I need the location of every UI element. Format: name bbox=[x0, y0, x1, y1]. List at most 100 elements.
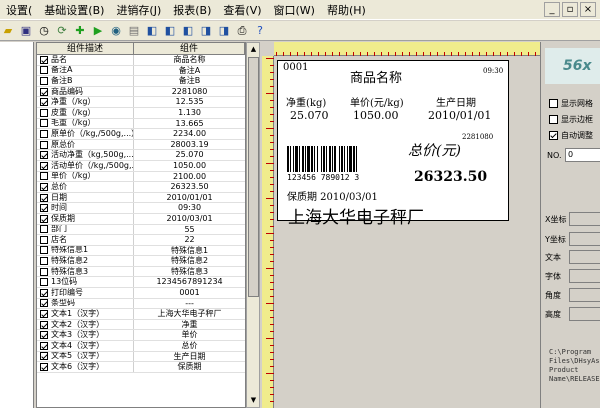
restore-icon[interactable]: ▫ bbox=[562, 2, 578, 17]
auto-adjust-checkbox[interactable] bbox=[549, 131, 558, 140]
row-checkbox[interactable] bbox=[40, 225, 48, 234]
row-checkbox[interactable] bbox=[40, 87, 48, 96]
label-weight-title[interactable]: 净重(kg) bbox=[286, 94, 326, 109]
show-grid-option[interactable]: 显示网格 bbox=[549, 98, 593, 109]
table-row[interactable]: 日期 2010/01/01 bbox=[37, 192, 245, 204]
table-row[interactable]: 13位码 1234567891234 bbox=[37, 277, 245, 289]
grid-scrollbar[interactable]: ▲ ▼ bbox=[246, 42, 260, 408]
help-icon[interactable]: ? bbox=[252, 23, 268, 39]
row-checkbox[interactable] bbox=[40, 108, 48, 117]
column-component[interactable]: 组件 bbox=[134, 43, 245, 54]
no-field[interactable]: 0 bbox=[565, 148, 600, 162]
menu-settings[interactable]: 设置( bbox=[0, 2, 38, 18]
height-field[interactable] bbox=[569, 307, 600, 321]
save-icon[interactable]: ▣ bbox=[18, 23, 34, 39]
label-time[interactable]: 09:30 bbox=[483, 67, 503, 75]
table-row[interactable]: 单价（/kg） 2100.00 bbox=[37, 171, 245, 183]
font-field[interactable] bbox=[569, 269, 600, 283]
table-row[interactable]: 活动单价（/kg,/500g,...）1050.00 bbox=[37, 160, 245, 172]
table-row[interactable]: 原总价 28003.19 bbox=[37, 139, 245, 151]
show-border-checkbox[interactable] bbox=[549, 115, 558, 124]
row-value[interactable]: 28003.19 bbox=[134, 140, 245, 150]
table-row[interactable]: 备注B 备注B bbox=[37, 76, 245, 87]
row-checkbox[interactable] bbox=[40, 119, 48, 128]
angle-field[interactable] bbox=[569, 288, 600, 302]
label-shelf-life[interactable]: 保质期 2010/03/01 bbox=[287, 188, 378, 203]
row-value[interactable]: 2100.00 bbox=[134, 172, 245, 182]
table-row[interactable]: 条型码 --- bbox=[37, 298, 245, 310]
row-checkbox[interactable] bbox=[40, 352, 48, 361]
table-row[interactable]: 净重（/kg） 12.535 bbox=[37, 97, 245, 108]
row-checkbox[interactable] bbox=[40, 129, 48, 138]
row-checkbox[interactable] bbox=[40, 341, 48, 350]
table-row[interactable]: 文本3（汉字） 单价 bbox=[37, 330, 245, 342]
row-checkbox[interactable] bbox=[40, 161, 48, 170]
table-row[interactable]: 皮重（/kg） 1.130 bbox=[37, 107, 245, 119]
row-checkbox[interactable] bbox=[40, 235, 48, 244]
play-icon[interactable]: ▶ bbox=[90, 23, 106, 39]
print-icon[interactable]: ⎙ bbox=[234, 23, 250, 39]
row-checkbox[interactable] bbox=[40, 278, 48, 287]
table-row[interactable]: 备注A 备注A bbox=[37, 65, 245, 77]
add-icon[interactable]: ✚ bbox=[72, 23, 88, 39]
table-row[interactable]: 毛重（/kg） 13.665 bbox=[37, 118, 245, 130]
row-checkbox[interactable] bbox=[40, 140, 48, 149]
row-value[interactable]: 1234567891234 bbox=[134, 277, 245, 287]
menu-inventory[interactable]: 进销存(J) bbox=[110, 2, 167, 18]
scroll-up-icon[interactable]: ▲ bbox=[248, 44, 259, 55]
scroll-thumb[interactable] bbox=[248, 57, 259, 297]
row-value[interactable]: 特殊信息2 bbox=[134, 256, 245, 266]
text-field[interactable] bbox=[569, 250, 600, 264]
row-checkbox[interactable] bbox=[40, 98, 48, 107]
row-value[interactable]: 生产日期 bbox=[134, 352, 245, 362]
db6-icon[interactable]: ◨ bbox=[216, 23, 232, 39]
refresh-icon[interactable]: ⟳ bbox=[54, 23, 70, 39]
table-row[interactable]: 文本5（汉字） 生产日期 bbox=[37, 351, 245, 363]
row-value[interactable]: 总价 bbox=[134, 341, 245, 351]
clock-icon[interactable]: ◷ bbox=[36, 23, 52, 39]
table-row[interactable]: 部门 55 bbox=[37, 224, 245, 236]
row-value[interactable]: 2234.00 bbox=[134, 129, 245, 139]
scroll-down-icon[interactable]: ▼ bbox=[248, 395, 259, 406]
row-checkbox[interactable] bbox=[40, 331, 48, 340]
row-value[interactable]: 特殊信息3 bbox=[134, 267, 245, 277]
db4-icon[interactable]: ◧ bbox=[180, 23, 196, 39]
row-value[interactable]: 备注B bbox=[134, 76, 245, 86]
table-row[interactable]: 特殊信息1 特殊信息1 bbox=[37, 245, 245, 257]
row-value[interactable]: 商品名称 bbox=[134, 55, 245, 65]
row-checkbox[interactable] bbox=[40, 55, 48, 64]
label-total-title[interactable]: 总价(元) bbox=[408, 140, 461, 160]
row-value[interactable]: 净重 bbox=[134, 320, 245, 330]
row-value[interactable]: 1050.00 bbox=[134, 161, 245, 171]
db-icon[interactable]: ▤ bbox=[126, 23, 142, 39]
label-total[interactable]: 26323.50 bbox=[414, 169, 487, 185]
row-value[interactable]: 备注A bbox=[134, 66, 245, 76]
row-checkbox[interactable] bbox=[40, 172, 48, 181]
label-serial[interactable]: 0001 bbox=[283, 62, 308, 73]
row-value[interactable]: 0001 bbox=[134, 288, 245, 298]
row-value[interactable]: 2281080 bbox=[134, 87, 245, 97]
table-row[interactable]: 商品编码 2281080 bbox=[37, 86, 245, 98]
row-checkbox[interactable] bbox=[40, 257, 48, 266]
row-checkbox[interactable] bbox=[40, 151, 48, 160]
row-value[interactable]: 12.535 bbox=[134, 97, 245, 107]
db5-icon[interactable]: ◨ bbox=[198, 23, 214, 39]
row-checkbox[interactable] bbox=[40, 182, 48, 191]
row-checkbox[interactable] bbox=[40, 204, 48, 213]
row-value[interactable]: 09:30 bbox=[134, 203, 245, 213]
row-value[interactable]: 13.665 bbox=[134, 119, 245, 129]
row-checkbox[interactable] bbox=[40, 66, 48, 75]
table-row[interactable]: 保质期 2010/03/01 bbox=[37, 213, 245, 225]
row-value[interactable]: 55 bbox=[134, 225, 245, 235]
table-row[interactable]: 总价 26323.50 bbox=[37, 182, 245, 193]
row-value[interactable]: 保质期 bbox=[134, 362, 245, 372]
row-value[interactable]: 上海大华电子秤厂 bbox=[134, 309, 245, 319]
menu-view[interactable]: 查看(V) bbox=[217, 2, 267, 18]
row-checkbox[interactable] bbox=[40, 299, 48, 308]
row-checkbox[interactable] bbox=[40, 76, 48, 85]
row-value[interactable]: 1.130 bbox=[134, 108, 245, 118]
label-price-title[interactable]: 单价(元/kg) bbox=[350, 94, 404, 109]
table-row[interactable]: 文本4（汉字） 总价 bbox=[37, 341, 245, 352]
menu-reports[interactable]: 报表(B) bbox=[167, 2, 217, 18]
table-row[interactable]: 打印编号 0001 bbox=[37, 288, 245, 299]
